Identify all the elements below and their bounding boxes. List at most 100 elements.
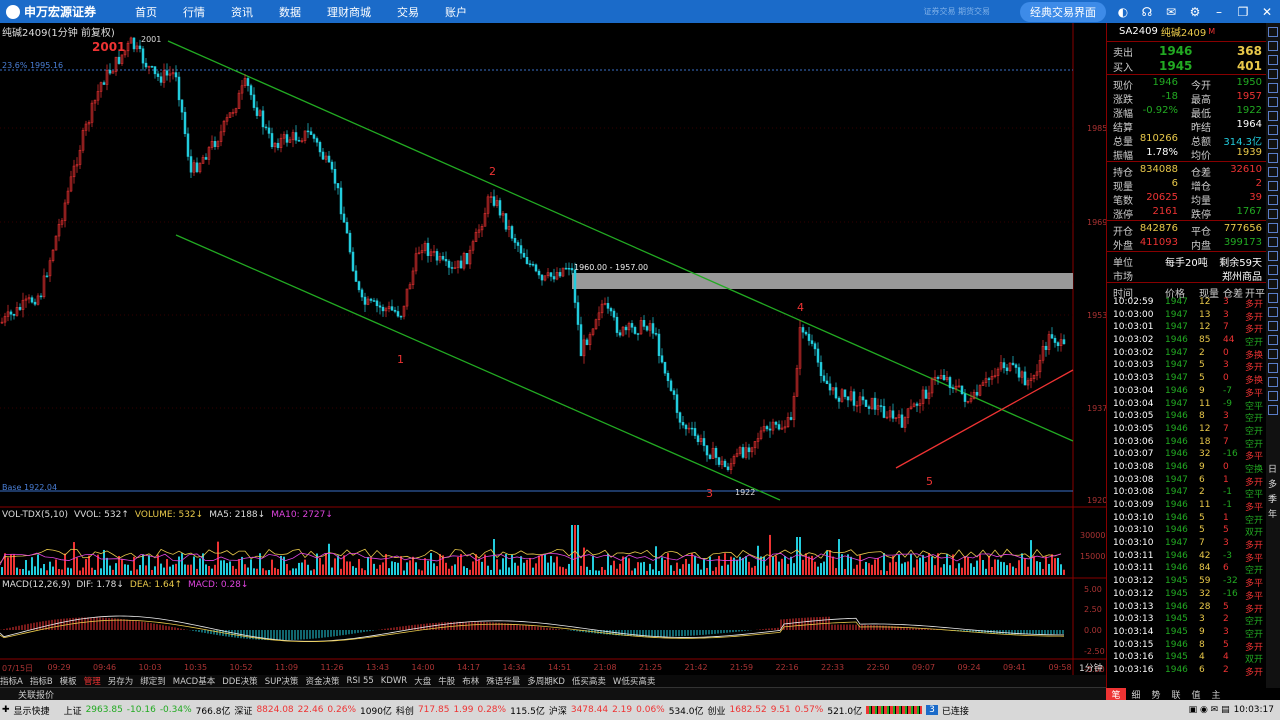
side-period[interactable]: 季: [1268, 493, 1278, 508]
indicator-tab[interactable]: MACD基本: [173, 675, 215, 687]
tick-row[interactable]: 10:03:12 1945 32 -16 多平: [1107, 589, 1266, 602]
menu-home[interactable]: 首页: [135, 4, 157, 20]
ask-row[interactable]: 卖出 1946 368: [1107, 43, 1266, 59]
quote-tab[interactable]: 细: [1126, 688, 1146, 701]
related-quote-bar[interactable]: 关联报价: [0, 687, 1106, 701]
toolbar-tool-icon[interactable]: [1268, 111, 1278, 121]
toolbar-tool-icon[interactable]: [1268, 125, 1278, 135]
quote-tab[interactable]: 主: [1206, 688, 1226, 701]
tick-row[interactable]: 10:03:06 1946 18 7 空开: [1107, 437, 1266, 450]
toolbar-tool-icon[interactable]: [1268, 41, 1278, 51]
toolbar-tool-icon[interactable]: [1268, 279, 1278, 289]
toolbar-tool-icon[interactable]: [1268, 139, 1278, 149]
index-sh-name[interactable]: 上证: [64, 704, 82, 717]
indicator-tab[interactable]: SUP决策: [265, 675, 299, 687]
tick-row[interactable]: 10:03:09 1946 11 -1 多平: [1107, 500, 1266, 513]
indicator-tab[interactable]: 绑定到: [140, 675, 166, 687]
toolbar-tool-icon[interactable]: [1268, 265, 1278, 275]
toolbar-tool-icon[interactable]: [1268, 153, 1278, 163]
toolbar-tool-icon[interactable]: [1268, 251, 1278, 261]
indicator-tab[interactable]: 资金决策: [305, 675, 339, 687]
toolbar-tool-icon[interactable]: [1268, 363, 1278, 373]
quote-tab[interactable]: 值: [1186, 688, 1206, 701]
tick-row[interactable]: 10:03:00 1947 13 3 多开: [1107, 310, 1266, 323]
plus-icon[interactable]: ✚: [2, 705, 10, 715]
tick-row[interactable]: 10:03:14 1945 9 3 空开: [1107, 627, 1266, 640]
quote-tab[interactable]: 笔: [1106, 688, 1126, 701]
kline-chart-area[interactable]: 纯碱2409(1分钟 前复权) 23.6% 1995.16 Base 1922.…: [0, 23, 1107, 675]
faint-menu-text[interactable]: 证券交易 期货交易: [923, 6, 990, 17]
mail-icon[interactable]: ✉: [1164, 5, 1178, 19]
toolbar-tool-icon[interactable]: [1268, 405, 1278, 415]
tick-row[interactable]: 10:03:12 1945 59 -32 多平: [1107, 576, 1266, 589]
minimize-icon[interactable]: –: [1212, 5, 1226, 19]
tick-row[interactable]: 10:03:02 1947 2 0 多换: [1107, 348, 1266, 361]
toolbar-tool-icon[interactable]: [1268, 209, 1278, 219]
settings-icon[interactable]: ⚙: [1188, 5, 1202, 19]
toolbar-tool-icon[interactable]: [1268, 181, 1278, 191]
toolbar-tool-icon[interactable]: [1268, 391, 1278, 401]
tick-row[interactable]: 10:03:10 1946 5 1 空开: [1107, 513, 1266, 526]
side-period[interactable]: 日: [1268, 463, 1278, 478]
tick-row[interactable]: 10:03:08 1946 9 0 空换: [1107, 462, 1266, 475]
indicator-tab[interactable]: 管理: [84, 675, 101, 687]
indicator-tab[interactable]: DDE决策: [222, 675, 257, 687]
index-cy-name[interactable]: 创业: [707, 704, 725, 717]
indicator-tab[interactable]: W低买高卖: [613, 675, 655, 687]
toolbar-tool-icon[interactable]: [1268, 307, 1278, 317]
tick-row[interactable]: 10:03:15 1946 8 5 多开: [1107, 640, 1266, 653]
tick-row[interactable]: 10:03:13 1946 28 5 多开: [1107, 602, 1266, 615]
toolbar-tool-icon[interactable]: [1268, 377, 1278, 387]
indicator-tab[interactable]: 模板: [60, 675, 77, 687]
toolbar-tool-icon[interactable]: [1268, 97, 1278, 107]
indicator-tab[interactable]: KDWR: [381, 676, 407, 686]
menu-quotes[interactable]: 行情: [183, 4, 205, 20]
menu-news[interactable]: 资讯: [231, 4, 253, 20]
tick-row[interactable]: 10:03:10 1947 7 3 多开: [1107, 538, 1266, 551]
indicator-tab[interactable]: 牛股: [438, 675, 455, 687]
index-kc-name[interactable]: 科创: [396, 704, 414, 717]
quick-display[interactable]: 显示快捷: [14, 704, 50, 717]
indicator-tab[interactable]: 指标B: [30, 675, 53, 687]
toolbar-tool-icon[interactable]: [1268, 349, 1278, 359]
price-chart[interactable]: [0, 23, 1106, 675]
tick-row[interactable]: 10:03:04 1946 9 -7 多平: [1107, 386, 1266, 399]
tick-row[interactable]: 10:03:16 1946 6 2 多开: [1107, 665, 1266, 678]
indicator-tab[interactable]: 殊语华量: [486, 675, 520, 687]
bid-row[interactable]: 买入 1945 401: [1107, 58, 1266, 74]
menu-data[interactable]: 数据: [279, 4, 301, 20]
toolbar-tool-icon[interactable]: [1268, 55, 1278, 65]
tick-list[interactable]: 10:02:59 1947 12 3 多开 10:03:00 1947 13 3 多开 10:03:…: [1107, 297, 1266, 678]
index-hs-name[interactable]: 沪深: [549, 704, 567, 717]
toolbar-tool-icon[interactable]: [1268, 223, 1278, 233]
quote-tab[interactable]: 势: [1146, 688, 1166, 701]
side-period[interactable]: 多: [1268, 478, 1278, 493]
tick-row[interactable]: 10:03:02 1946 85 44 空开: [1107, 335, 1266, 348]
tick-row[interactable]: 10:03:04 1947 11 -9 空平: [1107, 399, 1266, 412]
tick-row[interactable]: 10:03:13 1945 3 2 空开: [1107, 614, 1266, 627]
toolbar-tool-icon[interactable]: [1268, 27, 1278, 37]
indicator-tab[interactable]: 多周期KD: [527, 675, 565, 687]
indicator-tab[interactable]: 布林: [462, 675, 479, 687]
toolbar-tool-icon[interactable]: [1268, 237, 1278, 247]
indicator-tab[interactable]: 指标A: [0, 675, 23, 687]
indicator-tab[interactable]: 低买高卖: [572, 675, 606, 687]
tick-row[interactable]: 10:03:10 1946 5 5 双开: [1107, 525, 1266, 538]
quote-tab[interactable]: 联: [1166, 688, 1186, 701]
index-sz-name[interactable]: 深证: [234, 704, 252, 717]
menu-trade[interactable]: 交易: [397, 4, 419, 20]
side-period[interactable]: 年: [1268, 508, 1278, 523]
tick-row[interactable]: 10:03:11 1946 84 6 空开: [1107, 563, 1266, 576]
toolbar-tool-icon[interactable]: [1268, 195, 1278, 205]
tick-row[interactable]: 10:03:05 1946 8 3 空开: [1107, 411, 1266, 424]
connection-status[interactable]: 已连接: [942, 704, 969, 717]
close-icon[interactable]: ✕: [1260, 5, 1274, 19]
tick-row[interactable]: 10:03:05 1946 12 7 空开: [1107, 424, 1266, 437]
tick-row[interactable]: 10:03:08 1947 6 1 多开: [1107, 475, 1266, 488]
period-label[interactable]: 1分钟: [1079, 661, 1103, 674]
toolbar-tool-icon[interactable]: [1268, 167, 1278, 177]
tick-row[interactable]: 10:03:03 1947 5 0 多换: [1107, 373, 1266, 386]
menu-account[interactable]: 账户: [445, 4, 467, 20]
toolbar-tool-icon[interactable]: [1268, 321, 1278, 331]
classic-trade-button[interactable]: 经典交易界面: [1020, 1, 1106, 22]
